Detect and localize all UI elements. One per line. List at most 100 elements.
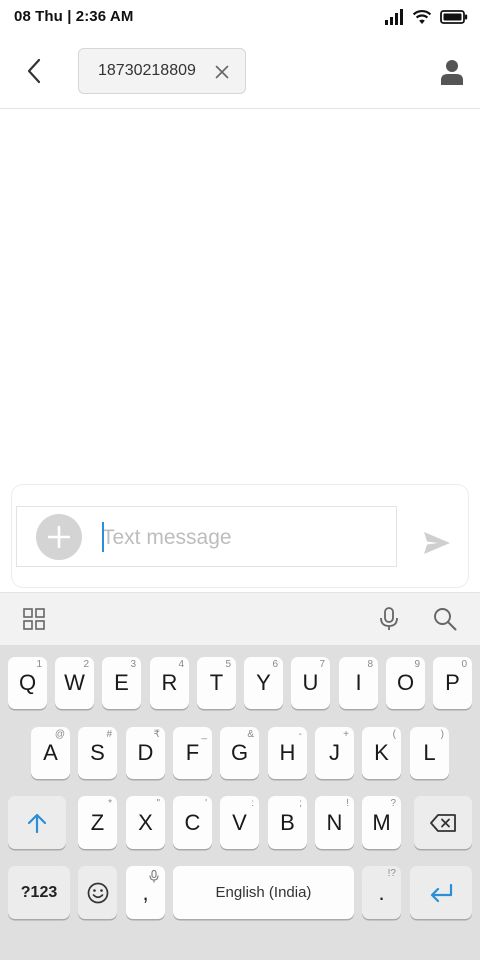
attach-button[interactable]	[36, 514, 82, 560]
key-label: Q	[18, 670, 37, 695]
key-label: I	[355, 670, 362, 695]
battery-icon	[440, 10, 468, 24]
backspace-icon	[430, 813, 456, 832]
key-label: U	[302, 670, 319, 695]
backspace-key[interactable]	[414, 796, 472, 849]
voice-input-button[interactable]	[371, 601, 407, 637]
keyboard-toolbar	[0, 592, 480, 645]
key-label: J	[329, 740, 340, 765]
person-icon	[441, 60, 463, 85]
key-hint: @	[54, 729, 65, 740]
apps-grid-button[interactable]	[16, 601, 52, 637]
key-label: X	[138, 809, 153, 835]
wifi-icon	[412, 10, 432, 24]
key-label: D	[137, 740, 154, 765]
key-k[interactable]: K (	[362, 727, 401, 779]
remove-recipient-button[interactable]	[211, 61, 233, 83]
key-label: N	[326, 809, 343, 835]
text-cursor	[102, 522, 104, 552]
key-label: R	[161, 670, 178, 695]
key-label: G	[230, 740, 249, 765]
key-hint: 2	[83, 659, 89, 670]
search-icon	[434, 608, 457, 631]
comma-key-label: ,	[142, 879, 149, 905]
space-key[interactable]: English (India)	[173, 866, 354, 919]
key-label: W	[64, 670, 85, 695]
recipient-number: 18730218809	[98, 62, 196, 79]
key-s[interactable]: S #	[78, 727, 117, 779]
status-bar: 08 Thu | 2:36 AM	[0, 0, 480, 34]
enter-arrow-icon	[430, 883, 453, 902]
shift-key[interactable]	[8, 796, 66, 849]
key-p[interactable]: P 0	[433, 657, 472, 709]
shift-arrow-icon	[27, 813, 47, 833]
key-hint: :	[251, 798, 254, 809]
key-u[interactable]: U 7	[291, 657, 330, 709]
key-hint: 8	[367, 659, 373, 670]
period-key-label: .	[378, 879, 385, 905]
key-j[interactable]: J +	[315, 727, 354, 779]
key-l[interactable]: L )	[410, 727, 449, 779]
key-f[interactable]: F _	[173, 727, 212, 779]
key-d[interactable]: D ₹	[126, 727, 165, 779]
key-a[interactable]: A @	[31, 727, 70, 779]
key-label: F	[185, 740, 200, 765]
conversation-header: 18730218809	[0, 34, 480, 109]
key-o[interactable]: O 9	[386, 657, 425, 709]
keyboard-search-button[interactable]	[427, 601, 463, 637]
apps-grid-icon	[23, 608, 45, 630]
key-label: L	[423, 740, 436, 765]
message-input[interactable]	[100, 522, 382, 554]
period-key[interactable]: . !?	[362, 866, 401, 919]
key-b[interactable]: B ;	[268, 796, 307, 849]
microphone-icon	[380, 607, 398, 630]
key-hint: 1	[36, 659, 42, 670]
key-w[interactable]: W 2	[55, 657, 94, 709]
key-v[interactable]: V :	[220, 796, 259, 849]
key-label: Z	[90, 809, 105, 835]
key-label: S	[90, 740, 105, 765]
key-hint: 9	[414, 659, 420, 670]
key-hint: -	[298, 729, 302, 740]
key-z[interactable]: Z *	[78, 796, 117, 849]
status-icons	[384, 7, 468, 27]
enter-key[interactable]	[410, 866, 472, 919]
key-t[interactable]: T 5	[197, 657, 236, 709]
key-hint: ₹	[153, 729, 160, 740]
recipient-chip[interactable]: 18730218809	[78, 48, 246, 94]
key-hint: 4	[178, 659, 184, 670]
contact-button[interactable]	[434, 54, 470, 90]
key-hint: _	[201, 729, 207, 740]
key-x[interactable]: X "	[126, 796, 165, 849]
symbols-key[interactable]: ?123	[8, 866, 70, 919]
key-y[interactable]: Y 6	[244, 657, 283, 709]
comma-key[interactable]: ,	[126, 866, 165, 919]
key-label: H	[279, 740, 296, 765]
key-hint: )	[440, 729, 444, 740]
key-r[interactable]: R 4	[150, 657, 189, 709]
key-i[interactable]: I 8	[339, 657, 378, 709]
key-n[interactable]: N !	[315, 796, 354, 849]
send-icon	[424, 532, 450, 554]
key-label: A	[43, 740, 58, 765]
key-hint: &	[247, 729, 254, 740]
key-h[interactable]: H -	[268, 727, 307, 779]
send-button[interactable]	[421, 527, 453, 559]
space-key-label: English (India)	[215, 884, 312, 901]
back-button[interactable]	[18, 54, 52, 88]
key-g[interactable]: G &	[220, 727, 259, 779]
key-label: M	[372, 809, 391, 835]
close-icon	[215, 65, 229, 79]
key-label: B	[280, 809, 295, 835]
key-m[interactable]: M ?	[362, 796, 401, 849]
plus-icon	[48, 526, 70, 548]
signal-icon	[385, 9, 403, 25]
key-e[interactable]: E 3	[102, 657, 141, 709]
key-hint: !	[346, 798, 349, 809]
key-label: V	[232, 809, 247, 835]
emoji-key[interactable]	[78, 866, 117, 919]
key-c[interactable]: C '	[173, 796, 212, 849]
key-label: K	[374, 740, 389, 765]
key-q[interactable]: Q 1	[8, 657, 47, 709]
key-hint: *	[108, 798, 112, 809]
